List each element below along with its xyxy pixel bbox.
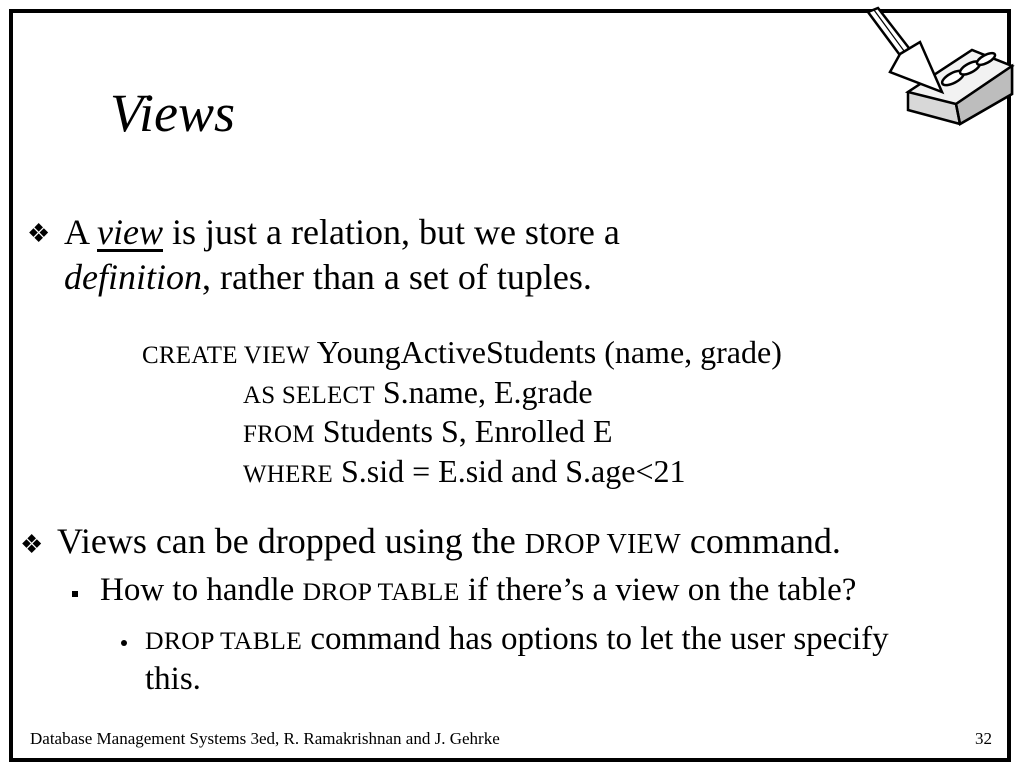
sub-sub-bullet-rest: command has options to let the user spec…: [302, 621, 889, 657]
sql-line-1: CREATE VIEW YoungActiveStudents (name, g…: [142, 336, 782, 369]
slide-footer: Database Management Systems 3ed, R. Rama…: [30, 729, 500, 748]
bullet-1-line-2: definition, rather than a set of tuples.: [64, 259, 592, 295]
bullet-1-term-view: view: [97, 212, 163, 252]
sql-keyword: AS SELECT: [243, 382, 375, 409]
sql-line-4: WHERE S.sid = E.sid and S.age<21: [243, 455, 685, 488]
sub-sub-bullet-line-1: DROP TABLE command has options to let th…: [145, 623, 889, 656]
sql-text: S.name, E.grade: [374, 374, 593, 410]
square-bullet-icon: [72, 591, 78, 597]
page-number: 32: [975, 729, 992, 748]
bullet-2-line: Views can be dropped using the DROP VIEW…: [57, 523, 841, 559]
sub-bullet-keyword: DROP TABLE: [302, 577, 460, 606]
slide-title: Views: [110, 83, 235, 143]
sql-line-2: AS SELECT S.name, E.grade: [243, 376, 593, 409]
sub-sub-bullet-keyword: DROP TABLE: [145, 626, 303, 655]
bullet-1-line-1: A view is just a relation, but we store …: [64, 214, 620, 250]
sql-keyword: CREATE VIEW: [142, 342, 310, 369]
sub-bullet-prefix: How to handle: [100, 572, 303, 608]
sub-bullet-rest: if there’s a view on the table?: [459, 572, 857, 608]
sql-text: Students S, Enrolled E: [314, 413, 613, 449]
bullet-2-rest: command.: [680, 521, 841, 561]
sql-keyword: FROM: [243, 421, 315, 448]
bullet-1-rest: is just a relation, but we store a: [163, 212, 620, 252]
sql-line-3: FROM Students S, Enrolled E: [243, 415, 613, 448]
bullet-2-keyword: DROP VIEW: [524, 529, 681, 560]
sql-text: YoungActiveStudents (name, grade): [309, 334, 782, 370]
trowel-and-brick-icon: [866, 6, 1015, 126]
sub-sub-bullet-line-2: this.: [145, 661, 201, 697]
bullet-1-term-definition: definition: [64, 257, 202, 297]
sql-keyword: WHERE: [243, 461, 333, 488]
dot-bullet-icon: [121, 640, 127, 646]
bullet-2-prefix: Views can be dropped using the: [57, 521, 525, 561]
bullet-1-prefix: A: [64, 212, 98, 252]
sub-bullet-line: How to handle DROP TABLE if there’s a vi…: [100, 574, 856, 607]
bullet-diamond-icon: ❖: [20, 530, 44, 559]
bullet-1-line-2-rest: , rather than a set of tuples.: [202, 257, 592, 297]
sql-text: S.sid = E.sid and S.age<21: [332, 453, 686, 489]
bullet-diamond-icon: ❖: [27, 219, 51, 248]
